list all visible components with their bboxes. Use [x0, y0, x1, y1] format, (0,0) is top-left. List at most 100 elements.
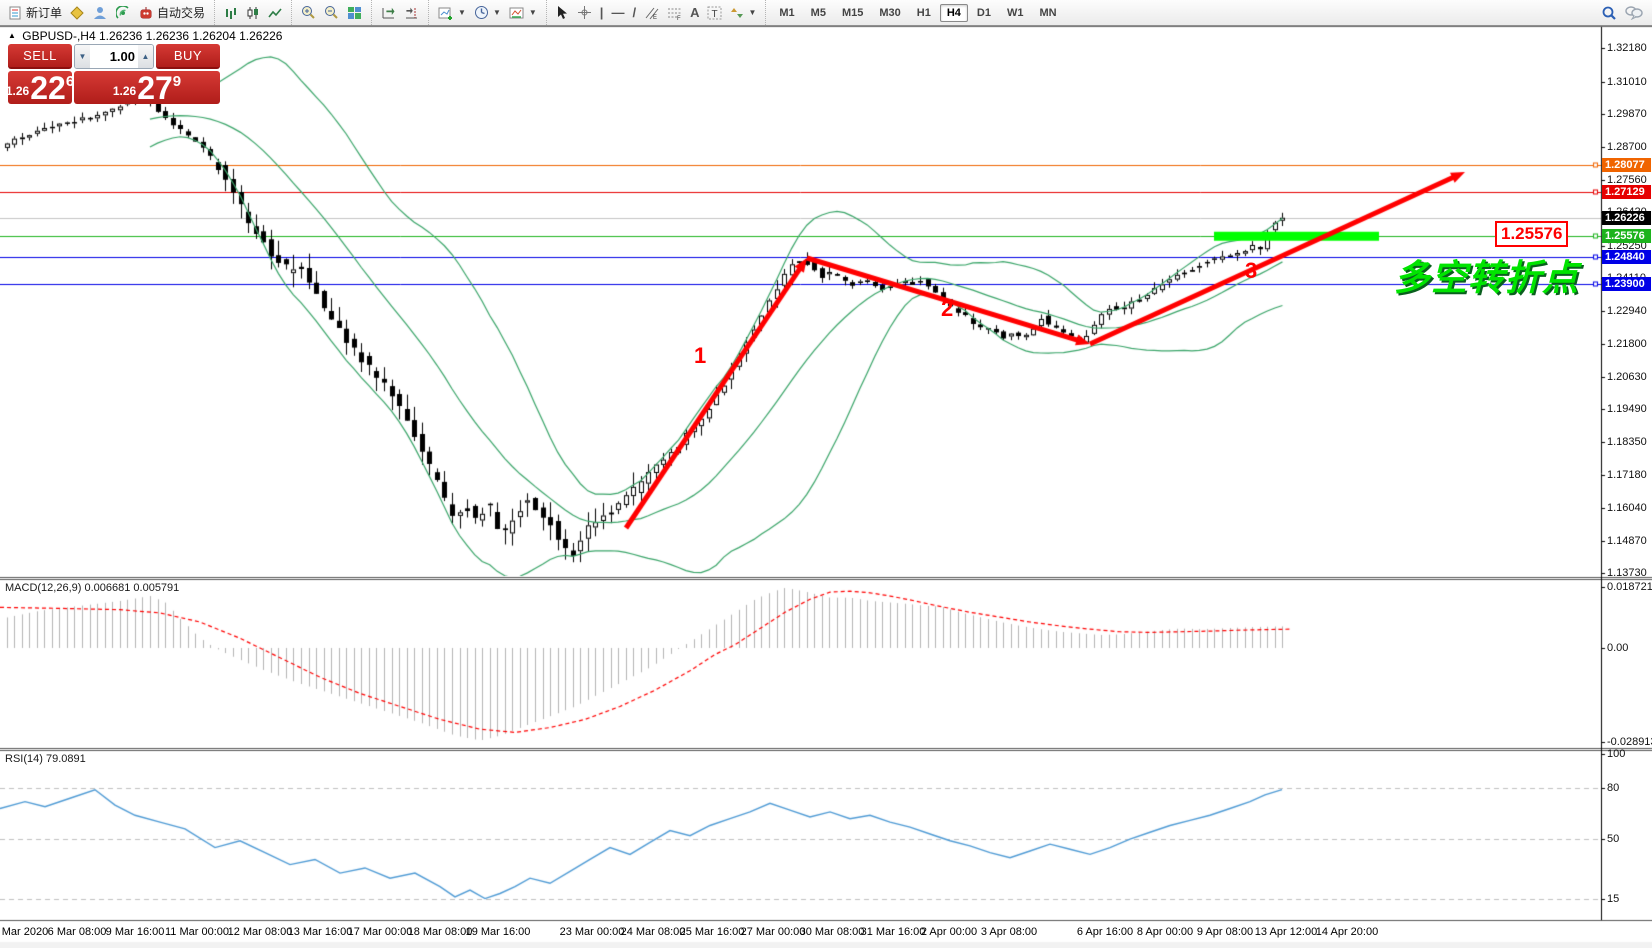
chevron-down-icon: ▼ [493, 8, 501, 17]
sell-price-prefix: 1.26 [6, 84, 29, 98]
time-axis-label: 8 Apr 00:00 [1137, 926, 1193, 939]
timeframe-h1-button[interactable]: H1 [910, 4, 938, 22]
text-label-tool-button[interactable]: T [703, 2, 726, 23]
clock-icon [474, 5, 489, 20]
sell-price-display[interactable]: 1.26 22 6 [8, 71, 72, 104]
price-tick-label: 1.16040 [1607, 502, 1647, 515]
new-order-button[interactable]: 新订单 [5, 2, 66, 23]
chevron-down-icon: ▼ [458, 8, 466, 17]
buy-price-display[interactable]: 1.26 27 9 [74, 71, 220, 104]
chat-button[interactable] [1621, 2, 1647, 23]
time-axis-label: 18 Mar 08:00 [408, 926, 473, 939]
time-axis-label: 2 Apr 00:00 [921, 926, 977, 939]
time-axis-label: 30 Mar 08:00 [800, 926, 865, 939]
wave-1-annotation[interactable]: 1 [694, 343, 706, 369]
price-tick-label: 1.19490 [1607, 403, 1647, 416]
time-axis-label: 9 Apr 08:00 [1197, 926, 1253, 939]
volume-decrease-button[interactable]: ▼ [75, 45, 90, 68]
market-watch-button[interactable] [66, 2, 89, 23]
timeframe-mn-button[interactable]: MN [1032, 4, 1063, 22]
bar-chart-mode-button[interactable] [220, 2, 242, 23]
vertical-line-icon: | [600, 6, 604, 19]
time-axis-label: 25 Mar 16:00 [680, 926, 745, 939]
trendline-icon: / [632, 6, 636, 19]
timeframe-m5-button[interactable]: M5 [804, 4, 833, 22]
price-tick-label: 1.14870 [1607, 535, 1647, 548]
timeframe-m1-button[interactable]: M1 [772, 4, 801, 22]
chevron-down-icon: ▼ [748, 8, 756, 17]
chart-overlay: 1.321801.310101.298701.287001.275601.264… [0, 0, 1652, 948]
zoom-out-button[interactable] [320, 2, 343, 23]
price-tick-label: 1.13730 [1607, 567, 1647, 580]
crosshair-tool-button[interactable] [573, 2, 596, 23]
template-icon [509, 6, 525, 20]
zoom-in-icon [301, 5, 316, 20]
vertical-line-tool-button[interactable]: | [596, 2, 608, 23]
text-tool-button[interactable]: A [686, 2, 703, 23]
auto-scroll-button[interactable] [377, 2, 400, 23]
equidistant-channel-icon: E [644, 6, 659, 20]
sell-price-big: 22 [30, 75, 66, 102]
templates-button[interactable]: ▼ [505, 2, 541, 23]
channel-tool-button[interactable]: E [640, 2, 663, 23]
new-chart-button[interactable]: ▼ [434, 2, 470, 23]
fibonacci-tool-button[interactable]: F [663, 2, 686, 23]
price-level-label: 1.28077 [1602, 158, 1651, 172]
timeframe-d1-button[interactable]: D1 [970, 4, 998, 22]
community-button[interactable] [89, 2, 112, 23]
svg-text:T: T [712, 9, 718, 20]
arrows-tool-button[interactable]: ▼ [726, 2, 760, 23]
svg-text:F: F [677, 16, 681, 20]
price-tick-label: 1.21800 [1607, 338, 1647, 351]
timeframe-m15-button[interactable]: M15 [835, 4, 870, 22]
price-note-annotation[interactable]: 1.25576 [1495, 221, 1568, 247]
volume-input[interactable] [90, 45, 138, 68]
search-button[interactable] [1597, 2, 1621, 23]
tile-windows-button[interactable] [343, 2, 366, 23]
new-order-label: 新订单 [26, 4, 62, 21]
time-axis-label: 27 Mar 00:00 [741, 926, 806, 939]
chart-shift-button[interactable] [400, 2, 423, 23]
wave-2-annotation[interactable]: 2 [941, 296, 953, 322]
horizontal-line-tool-button[interactable]: — [607, 2, 628, 23]
volume-increase-button[interactable]: ▲ [138, 45, 153, 68]
volume-control: ▼ ▲ [74, 44, 154, 69]
price-tick-label: 1.18350 [1607, 436, 1647, 449]
line-chart-mode-button[interactable] [264, 2, 286, 23]
timeframe-w1-button[interactable]: W1 [1000, 4, 1031, 22]
buy-price-pip: 9 [173, 73, 181, 90]
sell-price-pip: 6 [66, 73, 74, 90]
cursor-icon [556, 5, 569, 20]
buy-button[interactable]: BUY [156, 44, 220, 69]
svg-text:E: E [653, 15, 657, 20]
timeframe-m30-button[interactable]: M30 [872, 4, 907, 22]
time-axis-label: 24 Mar 08:00 [621, 926, 686, 939]
price-tick-label: 1.31010 [1607, 76, 1647, 89]
price-tick-label: 1.22940 [1607, 305, 1647, 318]
buy-price-prefix: 1.26 [113, 84, 136, 98]
time-axis-label: 14 Apr 20:00 [1316, 926, 1378, 939]
zoom-in-button[interactable] [297, 2, 320, 23]
trendline-tool-button[interactable]: / [628, 2, 640, 23]
candlestick-mode-button[interactable] [242, 2, 264, 23]
macd-tick-label: 0.018721 [1607, 581, 1652, 594]
autotrading-button[interactable]: 自动交易 [135, 2, 209, 23]
time-axis-label: Mar 2020 [2, 926, 48, 939]
cursor-tool-button[interactable] [552, 2, 573, 23]
chat-bubbles-icon [1625, 5, 1643, 20]
chart-shift-icon [404, 6, 419, 20]
time-axis-label: 31 Mar 16:00 [861, 926, 926, 939]
crosshair-icon [577, 5, 592, 20]
timeframe-h4-button[interactable]: H4 [940, 4, 968, 22]
price-level-label: 1.24840 [1602, 250, 1651, 264]
wave-3-annotation[interactable]: 3 [1245, 258, 1257, 284]
price-level-label: 1.25576 [1602, 229, 1651, 243]
time-axis-label: 11 Mar 00:00 [165, 926, 229, 939]
signals-button[interactable] [112, 2, 135, 23]
search-icon [1601, 5, 1617, 21]
rsi-tick-label: 80 [1607, 782, 1619, 795]
turning-point-annotation[interactable]: 多空转折点 [1394, 249, 1579, 301]
periods-button[interactable]: ▼ [470, 2, 505, 23]
sell-button[interactable]: SELL [8, 44, 72, 69]
time-axis-label: 13 Mar 16:00 [288, 926, 353, 939]
